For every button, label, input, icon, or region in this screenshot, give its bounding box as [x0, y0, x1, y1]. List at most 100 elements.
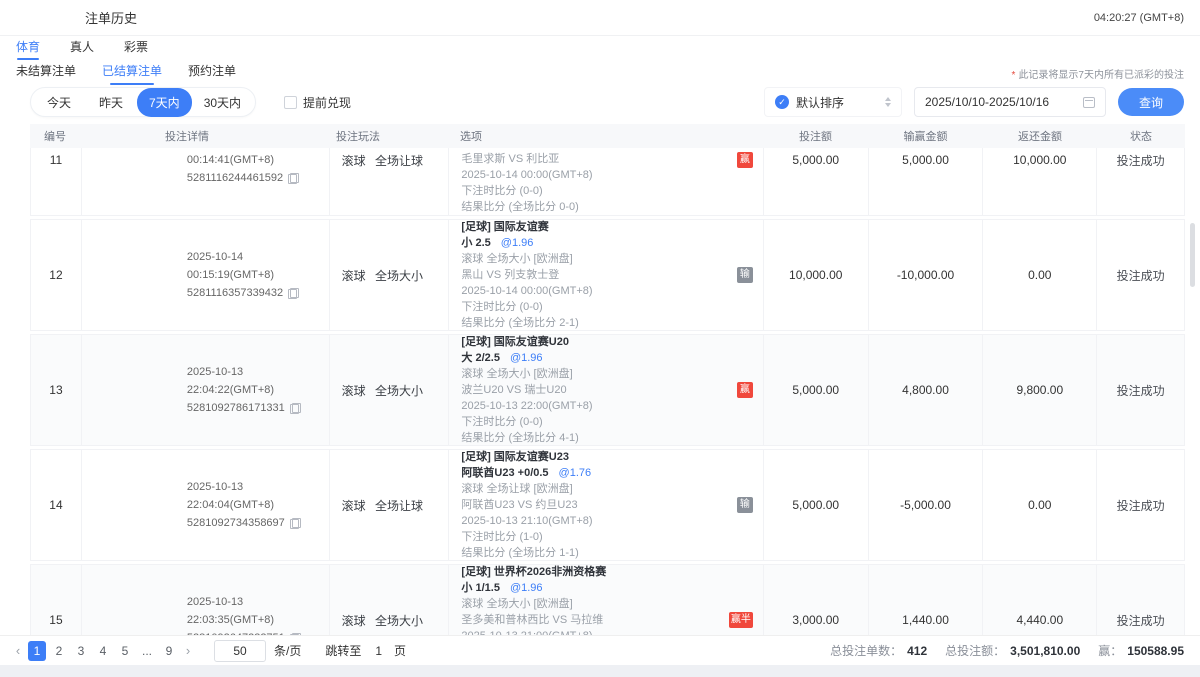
bet-details-cell: 2025-10-14 00:15:19(GMT+8)52811163573394… [81, 220, 329, 330]
league-title: [足球] 世界杯2026非洲资格赛 [461, 564, 762, 580]
page-button-9[interactable]: 9 [160, 641, 178, 661]
subtab-已结算注单[interactable]: 已结算注单 [102, 62, 162, 84]
next-page-button[interactable]: › [180, 643, 196, 658]
winloss-amount: 5,000.00 [868, 148, 983, 215]
bet-odds: @1.96 [510, 582, 543, 594]
bet-line: 小 1/1.5 @1.96 [461, 580, 762, 596]
copy-icon[interactable] [290, 518, 301, 529]
table-scroll-area[interactable]: 112025-10-14 00:14:41(GMT+8)528111624446… [0, 148, 1200, 635]
jump-page-value[interactable]: 1 [375, 644, 382, 658]
note-asterisk: * [1012, 70, 1016, 81]
option-detail-line: 滚球 全场大小 [欧洲盘] [461, 366, 762, 382]
date-range-value: 2025/10/10-2025/10/16 [925, 95, 1049, 109]
refund-amount: 9,800.00 [982, 335, 1096, 445]
sort-select[interactable]: ✓ 默认排序 [764, 87, 902, 117]
total-win: 赢：150588.95 [1098, 642, 1184, 659]
refund-amount: 4,440.00 [982, 565, 1096, 635]
winloss-amount: -10,000.00 [868, 220, 983, 330]
search-button[interactable]: 查询 [1118, 88, 1184, 116]
sorter-arrows-icon[interactable] [885, 97, 891, 107]
bet-status: 投注成功 [1096, 565, 1184, 635]
filter-controls: ✓ 默认排序 2025/10/10-2025/10/16 查询 [764, 87, 1184, 117]
per-page-label: 条/页 [274, 642, 301, 659]
subtab-未结算注单[interactable]: 未结算注单 [16, 62, 76, 84]
total-orders: 总投注单数：412 [830, 642, 927, 659]
option-detail-line: 结果比分 (全场比分 2-1) [461, 315, 762, 331]
bet-odds: @1.96 [510, 352, 543, 364]
page-button-1[interactable]: 1 [28, 641, 46, 661]
bet-line: 小 2.5@1.96 [461, 235, 762, 251]
bet-selection: 大 2/2.5 [461, 352, 500, 364]
table-header: 编号投注详情投注玩法选项投注额输赢金额返还金额状态 [30, 124, 1185, 148]
column-header-返还金额: 返还金额 [983, 124, 1097, 148]
copy-icon[interactable] [288, 288, 299, 299]
option-detail-line: 2025-10-14 00:00(GMT+8) [461, 283, 762, 299]
table-row: 152025-10-13 22:03:35(GMT+8)528109264723… [30, 564, 1185, 635]
column-header-选项: 选项 [448, 124, 763, 148]
copy-icon[interactable] [290, 633, 301, 636]
page-size-input[interactable] [214, 640, 266, 662]
column-header-投注额: 投注额 [763, 124, 868, 148]
option-cell: [足球] 世界杯2026非洲资格赛小 1/1.5@1.96滚球 全场大小 [欧洲… [448, 565, 762, 635]
page-button-3[interactable]: 3 [72, 641, 90, 661]
option-detail-line: 下注时比分 (0-0) [461, 299, 762, 315]
bet-details-cell: 2025-10-13 22:03:35(GMT+8)52810926472327… [81, 565, 329, 635]
range-pill-今天[interactable]: 今天 [33, 88, 85, 117]
bet-selection: 小 1/1.5 [461, 582, 500, 594]
tab-彩票[interactable]: 彩票 [124, 38, 148, 62]
option-detail-line: 黑山 VS 列支敦士登 [461, 267, 762, 283]
bet-time: 2025-10-13 22:04:04(GMT+8) [187, 478, 329, 514]
stake-amount: 3,000.00 [763, 565, 868, 635]
result-badge: 输 [737, 497, 753, 513]
option-detail-line: 2025-10-13 21:10(GMT+8) [461, 513, 762, 529]
winloss-amount: 4,800.00 [868, 335, 983, 445]
option-detail-line: 毛里求斯 VS 利比亚 [461, 151, 762, 167]
league-title: [足球] 国际友谊赛 [461, 219, 762, 235]
tab-体育[interactable]: 体育 [16, 38, 40, 62]
bet-id-line: 5281116244461592 [187, 169, 329, 187]
bet-status: 投注成功 [1096, 148, 1184, 215]
early-cashout-checkbox[interactable]: 提前兑现 [284, 94, 351, 111]
bet-line: 大 2/2.5 @1.96 [461, 350, 762, 366]
bet-odds: @1.76 [559, 467, 592, 479]
date-range-picker[interactable]: 2025/10/10-2025/10/16 [914, 87, 1106, 117]
bet-id-line: 5281092734358697 [187, 514, 329, 532]
option-detail-line: 滚球 全场让球 [欧洲盘] [461, 481, 762, 497]
prev-page-button[interactable]: ‹ [10, 643, 26, 658]
server-time: 04:20:27 (GMT+8) [1094, 12, 1184, 24]
bet-details-cell: 2025-10-14 00:14:41(GMT+8)52811162444615… [81, 148, 329, 215]
winloss-amount: 1,440.00 [868, 565, 983, 635]
page-button-2[interactable]: 2 [50, 641, 68, 661]
row-number: 13 [31, 335, 81, 445]
bet-status: 投注成功 [1096, 335, 1184, 445]
page-button-5[interactable]: 5 [116, 641, 134, 661]
refund-amount: 0.00 [982, 220, 1096, 330]
scrollbar-thumb[interactable] [1190, 223, 1195, 287]
range-pill-7天内[interactable]: 7天内 [137, 88, 192, 117]
row-number: 14 [31, 450, 81, 560]
option-cell: 毛里求斯 VS 利比亚2025-10-14 00:00(GMT+8)下注时比分 … [448, 148, 762, 215]
column-header-输赢金额: 输赢金额 [868, 124, 983, 148]
column-header-投注详情: 投注详情 [80, 124, 328, 148]
subtab-预约注单[interactable]: 预约注单 [188, 62, 236, 84]
copy-icon[interactable] [290, 403, 301, 414]
bet-details-cell: 2025-10-13 22:04:22(GMT+8)52810927861713… [81, 335, 329, 445]
page-button-4[interactable]: 4 [94, 641, 112, 661]
result-badge: 赢 [737, 152, 753, 168]
bet-status: 投注成功 [1096, 220, 1184, 330]
refund-amount: 0.00 [982, 450, 1096, 560]
column-header-编号: 编号 [30, 124, 80, 148]
range-pill-30天内[interactable]: 30天内 [192, 88, 253, 117]
bet-time: 2025-10-13 22:04:22(GMT+8) [187, 363, 329, 399]
bet-time: 2025-10-14 00:15:19(GMT+8) [187, 248, 329, 284]
tab-真人[interactable]: 真人 [70, 38, 94, 62]
page-numbers: 12345...9 [26, 641, 180, 661]
copy-icon[interactable] [288, 173, 299, 184]
option-detail-line: 阿联酋U23 VS 约旦U23 [461, 497, 762, 513]
category-tabs: 体育 真人 彩票 [0, 36, 1200, 62]
pagination: ‹ 12345...9 › 条/页 跳转至 1 页 [10, 640, 406, 662]
checkbox-icon[interactable] [284, 96, 297, 109]
result-badge: 赢半 [729, 612, 753, 628]
range-pill-昨天[interactable]: 昨天 [85, 88, 137, 117]
record-note: *此记录将显示7天内所有已派彩的投注 [1012, 66, 1184, 81]
